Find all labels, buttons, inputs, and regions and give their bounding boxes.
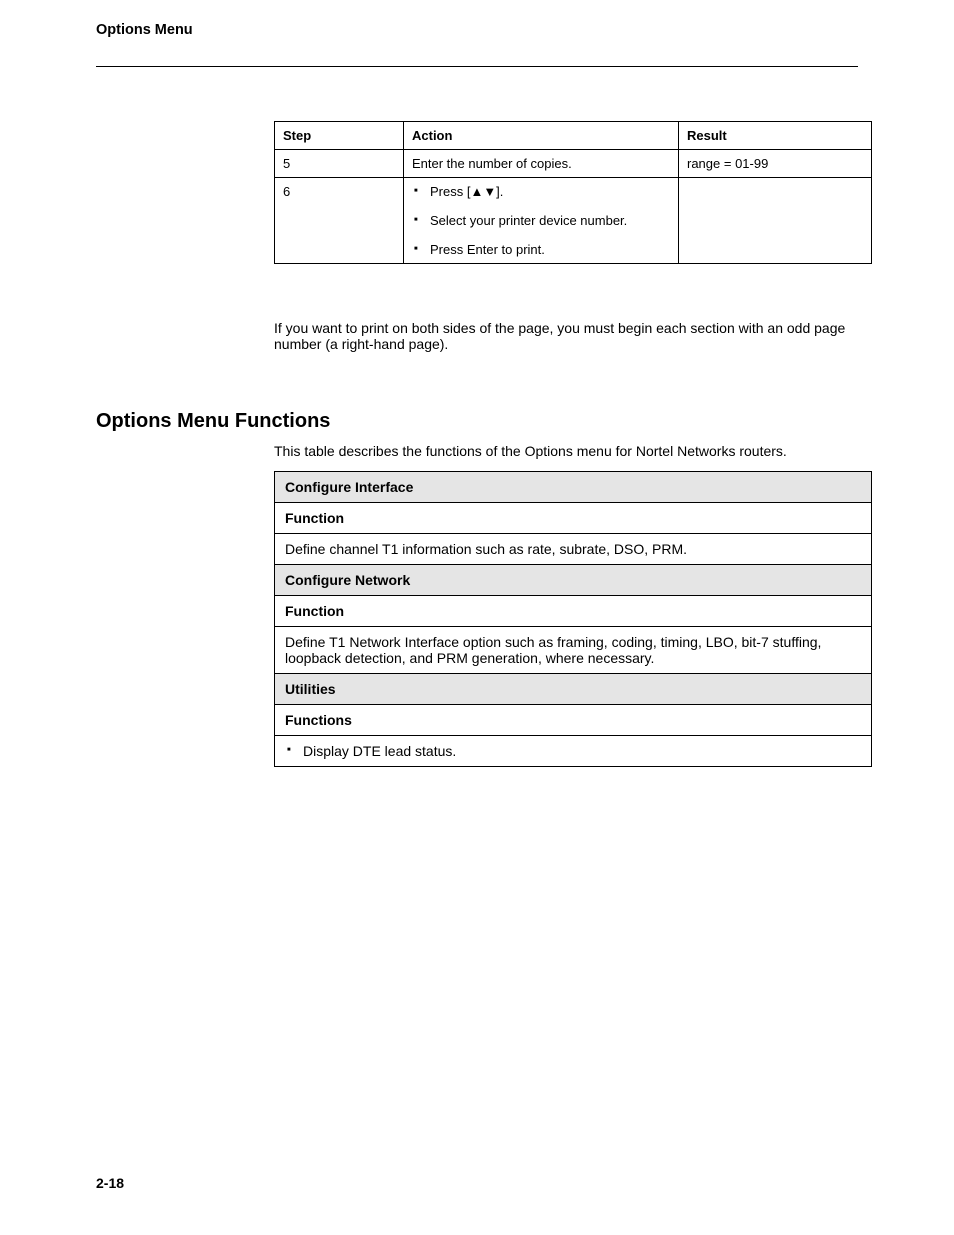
- col-header-action: Action: [404, 122, 679, 150]
- table-row: 6 Press [▲▼]. Select your printer device…: [275, 178, 872, 264]
- list-item: Press [▲▼].: [430, 184, 670, 199]
- list-item: Press Enter to print.: [430, 242, 670, 257]
- func-body: Define T1 Network Interface option such …: [275, 627, 872, 674]
- func-section-header: Configure Network: [275, 565, 872, 596]
- func-section-header: Configure Interface: [275, 472, 872, 503]
- func-section-header: Utilities: [275, 674, 872, 705]
- func-subheader: Functions: [275, 705, 872, 736]
- func-body: Display DTE lead status.: [275, 736, 872, 767]
- func-subheader: Function: [275, 503, 872, 534]
- func-body: Define channel T1 information such as ra…: [275, 534, 872, 565]
- functions-table: Configure Interface Function Define chan…: [274, 471, 872, 767]
- col-header-result: Result: [679, 122, 872, 150]
- functions-intro: This table describes the functions of th…: [274, 443, 858, 459]
- result-cell: [679, 178, 872, 264]
- running-head: Options Menu: [96, 22, 858, 38]
- col-header-step: Step: [275, 122, 404, 150]
- steps-table: Step Action Result 5 Enter the number of…: [274, 121, 872, 264]
- action-cell: Press [▲▼]. Select your printer device n…: [404, 178, 679, 264]
- even-page-note: If you want to print on both sides of th…: [274, 320, 858, 352]
- list-item: Select your printer device number.: [430, 213, 670, 228]
- section-title: Options Menu Functions: [96, 410, 858, 433]
- table-row: 5 Enter the number of copies. range = 01…: [275, 150, 872, 178]
- action-cell: Enter the number of copies.: [404, 150, 679, 178]
- page-number: 2-18: [96, 1175, 124, 1191]
- header-rule: [96, 66, 858, 67]
- step-cell: 6: [275, 178, 404, 264]
- result-cell: range = 01-99: [679, 150, 872, 178]
- step-cell: 5: [275, 150, 404, 178]
- list-item: Display DTE lead status.: [303, 743, 861, 759]
- func-subheader: Function: [275, 596, 872, 627]
